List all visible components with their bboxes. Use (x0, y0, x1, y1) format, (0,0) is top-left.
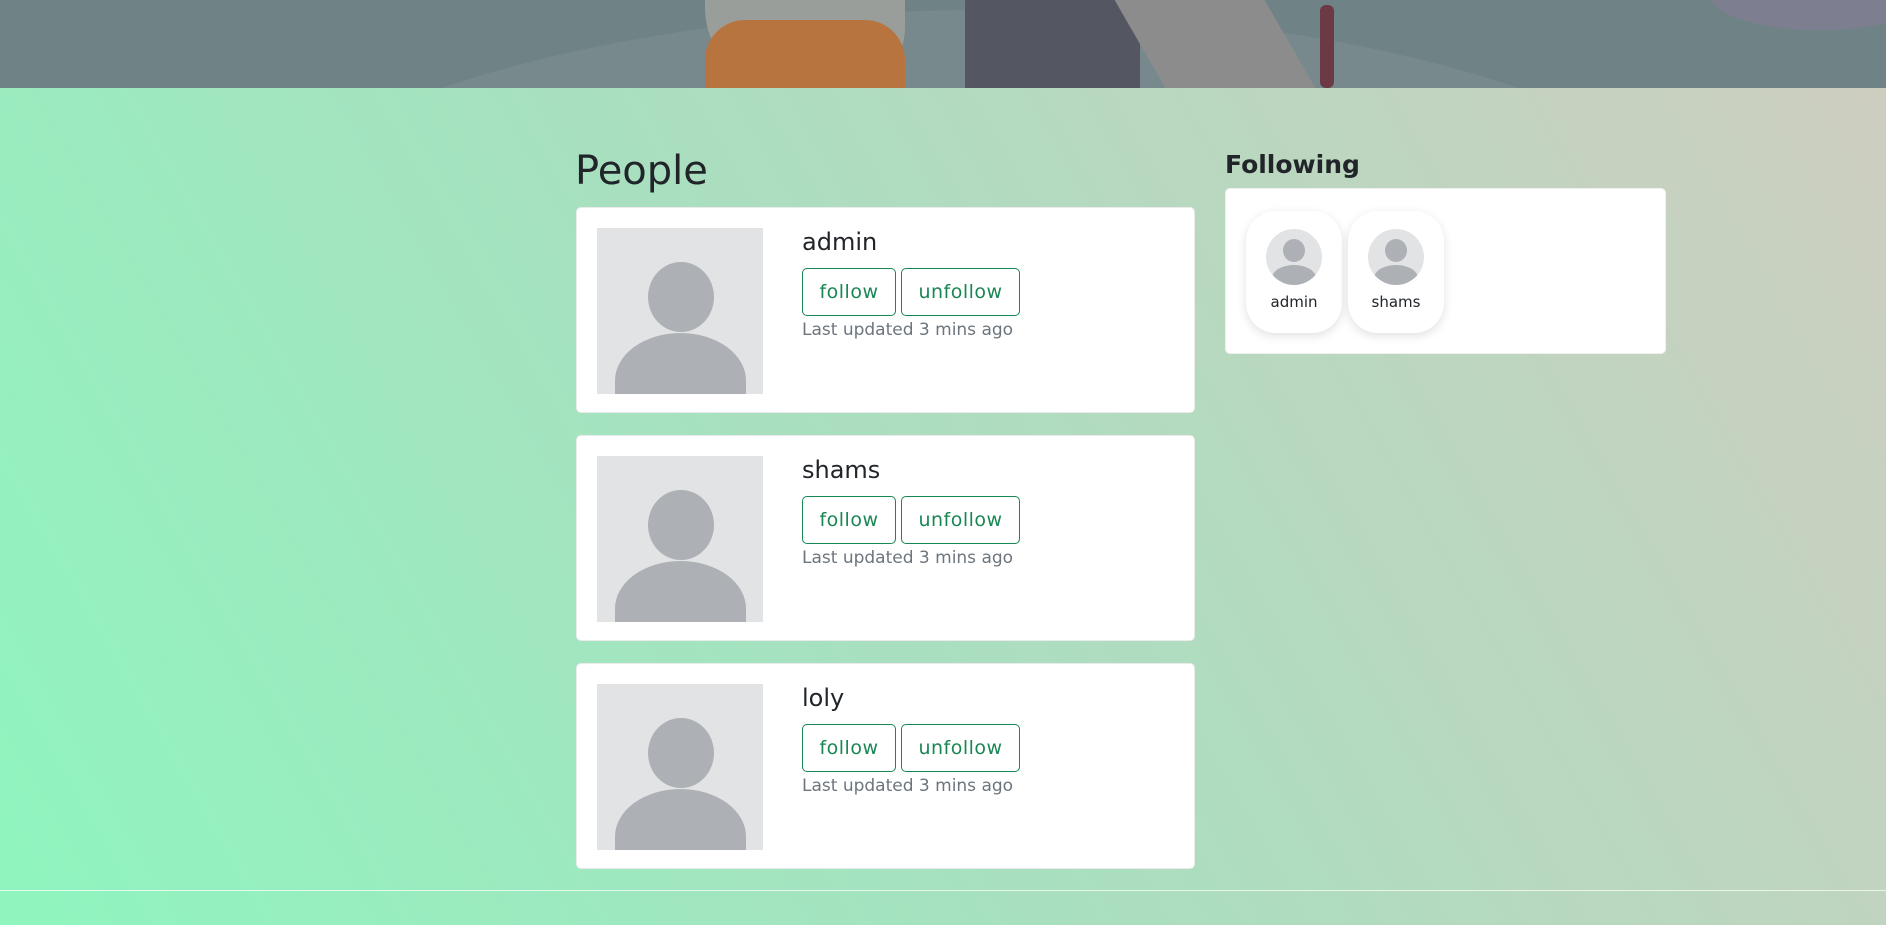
person-card: shams follow unfollow Last updated 3 min… (576, 435, 1195, 641)
hero-banner (0, 0, 1886, 88)
last-updated-text: Last updated 3 mins ago (802, 320, 1014, 340)
avatar-body-shape (1374, 265, 1418, 285)
unfollow-button[interactable]: unfollow (901, 724, 1020, 772)
person-placeholder-icon (597, 228, 763, 394)
person-name: loly (802, 684, 845, 712)
following-panel: admin shams (1225, 188, 1666, 354)
person-placeholder-icon (1368, 229, 1424, 285)
avatar-body-shape (615, 333, 746, 394)
last-updated-text: Last updated 3 mins ago (802, 776, 1014, 796)
avatar-head-shape (1385, 239, 1407, 262)
person-name: admin (802, 228, 878, 256)
following-user-name: admin (1270, 293, 1318, 311)
avatar-body-shape (615, 561, 746, 622)
person-placeholder-icon (1266, 229, 1322, 285)
follow-button[interactable]: follow (802, 496, 896, 544)
person-name: shams (802, 456, 881, 484)
following-user-name: shams (1371, 293, 1421, 311)
avatar-head-shape (648, 262, 714, 332)
avatar-head-shape (648, 490, 714, 560)
people-heading: People (575, 148, 708, 194)
person-card: admin follow unfollow Last updated 3 min… (576, 207, 1195, 413)
unfollow-button[interactable]: unfollow (901, 268, 1020, 316)
avatar-head-shape (1283, 239, 1305, 262)
hero-illustration-part (705, 20, 905, 88)
hero-illustration-part (1320, 5, 1334, 88)
avatar-body-shape (1272, 265, 1316, 285)
hero-illustration-part (965, 0, 1140, 88)
avatar-head-shape (648, 718, 714, 788)
person-card: loly follow unfollow Last updated 3 mins… (576, 663, 1195, 869)
avatar-body-shape (615, 789, 746, 850)
footer-divider (0, 890, 1886, 891)
follow-button[interactable]: follow (802, 724, 896, 772)
unfollow-button[interactable]: unfollow (901, 496, 1020, 544)
hero-illustration-part (1710, 0, 1886, 30)
following-user-chip[interactable]: shams (1348, 211, 1444, 333)
following-user-chip[interactable]: admin (1246, 211, 1342, 333)
person-placeholder-icon (597, 684, 763, 850)
person-placeholder-icon (597, 456, 763, 622)
last-updated-text: Last updated 3 mins ago (802, 548, 1014, 568)
following-heading: Following (1225, 150, 1360, 179)
follow-button[interactable]: follow (802, 268, 896, 316)
